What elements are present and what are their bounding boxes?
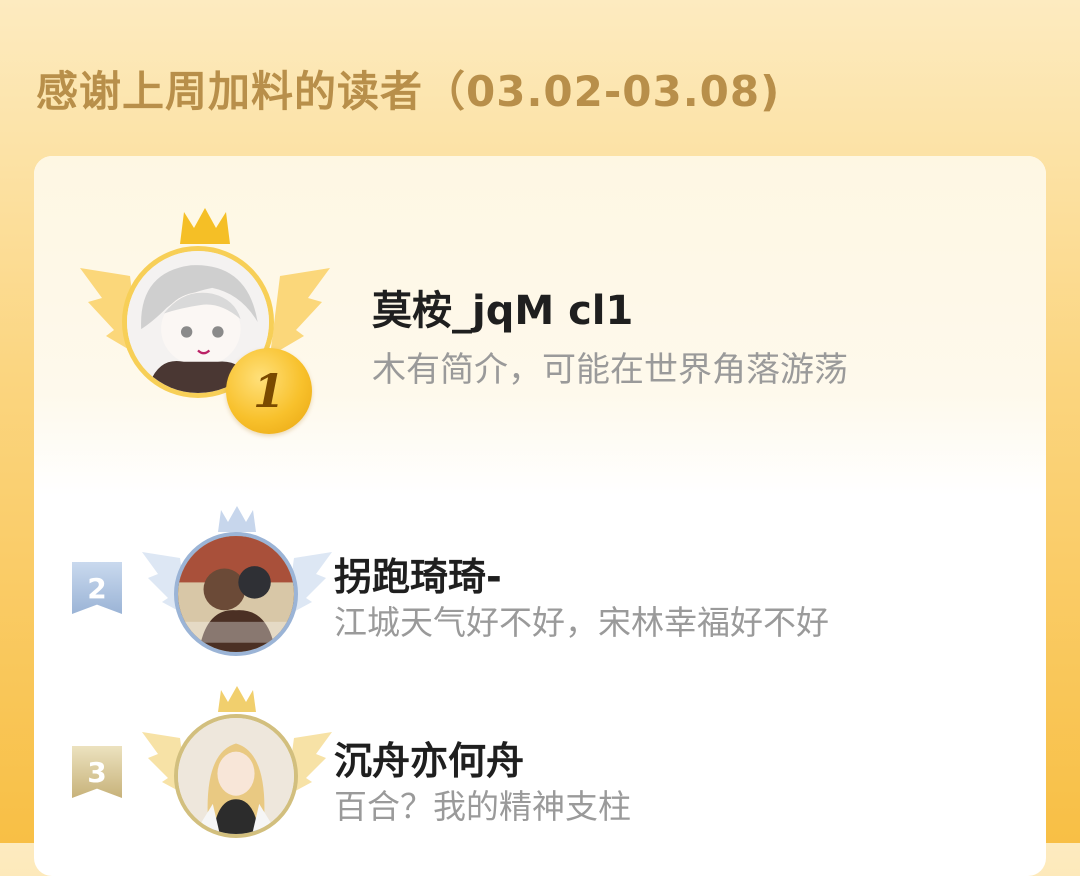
reader-bio: 百合？我的精神支柱 (334, 787, 631, 826)
anime-avatar-comic-cover-icon (178, 536, 294, 652)
rank-badge: 3 (72, 746, 122, 798)
anime-avatar-blonde-icon (178, 718, 294, 834)
avatar[interactable] (174, 532, 298, 656)
reader-bio: 江城天气好不好，宋林幸福好不好 (334, 603, 829, 642)
page-title: 感谢上周加料的读者（03.02-03.08) (36, 67, 781, 116)
leaderboard-card: 1 莫桉_jqM cl1 木有简介，可能在世界角落游荡 2 拐跑琦琦- 江城天气… (34, 156, 1046, 876)
reader-name[interactable]: 沉舟亦何舟 (334, 730, 524, 785)
reader-bio: 木有简介，可能在世界角落游荡 (372, 350, 848, 390)
reader-name[interactable]: 拐跑琦琦- (334, 546, 502, 601)
gold-medal-icon: 1 (226, 348, 312, 434)
rank-badge: 2 (72, 562, 122, 614)
reader-name[interactable]: 莫桉_jqM cl1 (372, 278, 633, 336)
avatar[interactable] (174, 714, 298, 838)
